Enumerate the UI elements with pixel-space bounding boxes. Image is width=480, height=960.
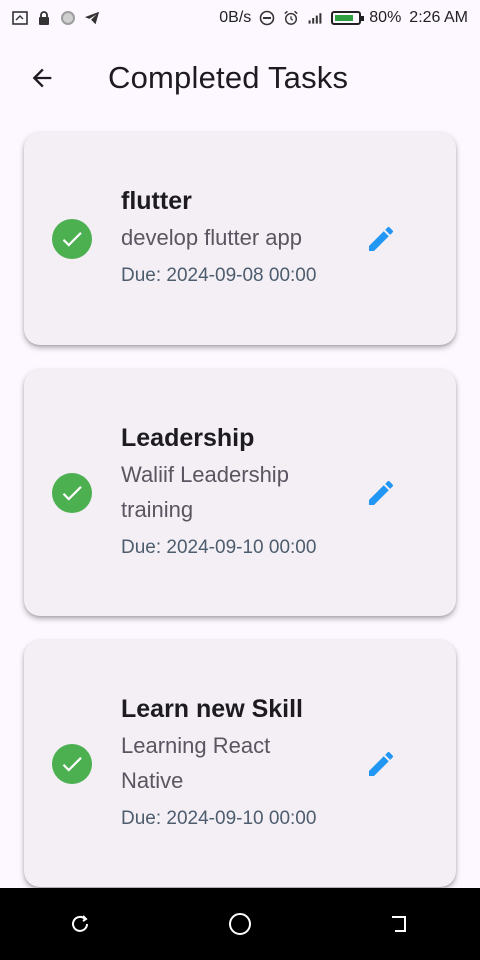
battery-icon <box>331 11 365 25</box>
task-card[interactable]: flutter develop flutter app Due: 2024-09… <box>24 132 456 345</box>
task-text: Leadership Waliif Leadership training Du… <box>121 423 333 563</box>
home-icon <box>229 913 251 935</box>
task-text: Learn new Skill Learning React Native Du… <box>121 694 333 834</box>
task-description: develop flutter app <box>121 225 303 250</box>
task-description: Waliif Leadership training <box>121 461 289 522</box>
status-time: 2:26 AM <box>409 9 468 26</box>
edit-button[interactable] <box>357 469 405 517</box>
task-due-date: Due: 2024-09-10 00:00 <box>121 536 317 558</box>
check-circle-icon <box>52 472 92 513</box>
task-due-date: Due: 2024-09-08 00:00 <box>121 265 317 286</box>
back-nav-icon <box>392 916 406 932</box>
telegram-icon <box>84 10 100 26</box>
status-left <box>12 10 100 26</box>
task-title: Learn new Skill <box>121 694 304 723</box>
back-button[interactable] <box>14 50 70 106</box>
edit-icon <box>369 751 394 776</box>
network-speed: 0B/s <box>219 9 252 26</box>
back-nav-button[interactable] <box>370 894 430 954</box>
lock-icon <box>36 10 52 26</box>
task-title: Leadership <box>121 423 255 452</box>
screenshot-icon <box>12 10 28 26</box>
edit-icon <box>369 226 394 251</box>
recents-icon <box>72 915 88 932</box>
recents-button[interactable] <box>50 894 110 954</box>
home-button[interactable] <box>210 894 270 954</box>
task-card[interactable]: Leadership Waliif Leadership training Du… <box>24 369 456 616</box>
edit-button[interactable] <box>357 215 405 263</box>
edit-icon <box>369 480 394 505</box>
battery-fill <box>335 15 353 21</box>
arrow-back-icon <box>32 68 52 88</box>
app-bar: Completed Tasks <box>0 44 480 112</box>
system-nav-bar <box>0 888 480 960</box>
status-bar: 0B/s 80% 2:26 AM <box>0 0 480 36</box>
signal-icon <box>307 10 323 26</box>
check-circle-icon <box>52 743 92 784</box>
task-due-date: Due: 2024-09-10 00:00 <box>121 807 317 829</box>
dnd-icon <box>259 10 275 26</box>
edit-button[interactable] <box>357 740 405 788</box>
task-card[interactable]: Learn new Skill Learning React Native Du… <box>24 640 456 887</box>
page-title: Completed Tasks <box>108 60 349 95</box>
battery-percent: 80% <box>369 9 402 26</box>
alarm-icon <box>283 10 299 26</box>
task-title: flutter <box>121 187 192 215</box>
circle-icon <box>60 10 76 26</box>
task-description: Learning React Native <box>121 732 271 793</box>
check-circle-icon <box>52 218 92 259</box>
task-list: flutter develop flutter app Due: 2024-09… <box>24 132 456 911</box>
status-right: 0B/s 80% 2:26 AM <box>219 9 468 27</box>
task-text: flutter develop flutter app Due: 2024-09… <box>121 186 333 291</box>
